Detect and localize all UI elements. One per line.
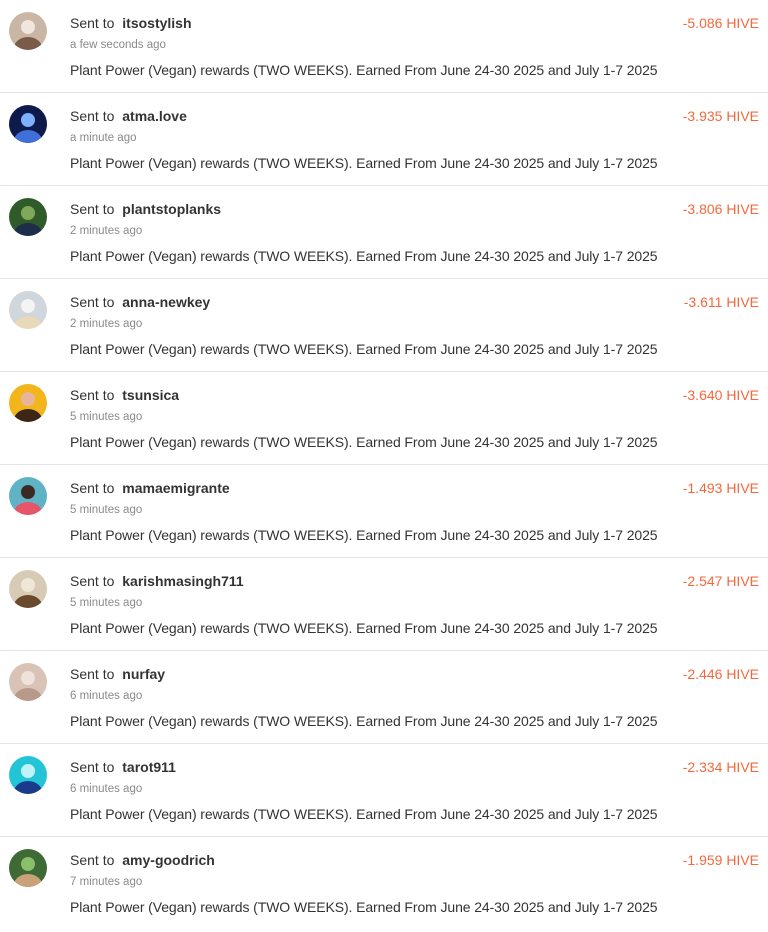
avatar-image: [9, 663, 47, 701]
timestamp: 6 minutes ago: [70, 783, 143, 795]
transfer-prefix: Sent to: [70, 759, 115, 775]
avatar-image: [9, 570, 47, 608]
transfer-title: Sent to karishmasingh711: [70, 572, 244, 590]
recipient-link[interactable]: plantstoplanks: [122, 201, 221, 217]
avatar-image: [9, 198, 47, 236]
recipient-link[interactable]: karishmasingh711: [122, 573, 243, 589]
avatar[interactable]: [9, 570, 47, 608]
transfer-prefix: Sent to: [70, 108, 115, 124]
transaction-row: Sent to plantstoplanks 2 minutes ago Pla…: [0, 186, 768, 279]
avatar[interactable]: [9, 756, 47, 794]
transfer-title: Sent to tsunsica: [70, 386, 179, 404]
transaction-row: Sent to mamaemigrante 5 minutes ago Plan…: [0, 465, 768, 558]
avatar[interactable]: [9, 198, 47, 236]
transfer-amount: -3.935 HIVE: [682, 108, 759, 124]
transfer-amount: -1.493 HIVE: [682, 480, 759, 496]
transfer-title: Sent to itsostylish: [70, 14, 192, 32]
timestamp: 2 minutes ago: [70, 225, 143, 237]
recipient-link[interactable]: amy-goodrich: [122, 852, 215, 868]
transfer-prefix: Sent to: [70, 480, 115, 496]
transaction-list: Sent to itsostylish a few seconds ago Pl…: [0, 0, 768, 932]
transfer-prefix: Sent to: [70, 294, 115, 310]
timestamp: 5 minutes ago: [70, 504, 143, 516]
avatar-image: [9, 477, 47, 515]
recipient-link[interactable]: mamaemigrante: [122, 480, 229, 496]
avatar[interactable]: [9, 384, 47, 422]
transfer-memo: Plant Power (Vegan) rewards (TWO WEEKS).…: [70, 248, 658, 264]
transaction-row: Sent to itsostylish a few seconds ago Pl…: [0, 0, 768, 93]
transfer-memo: Plant Power (Vegan) rewards (TWO WEEKS).…: [70, 527, 658, 543]
transfer-memo: Plant Power (Vegan) rewards (TWO WEEKS).…: [70, 62, 658, 78]
avatar-image: [9, 756, 47, 794]
transaction-row: Sent to anna-newkey 2 minutes ago Plant …: [0, 279, 768, 372]
timestamp: a few seconds ago: [70, 39, 166, 51]
transfer-prefix: Sent to: [70, 387, 115, 403]
transfer-title: Sent to nurfay: [70, 665, 165, 683]
avatar[interactable]: [9, 12, 47, 50]
avatar-image: [9, 12, 47, 50]
transfer-amount: -2.446 HIVE: [682, 666, 759, 682]
transaction-row: Sent to tsunsica 5 minutes ago Plant Pow…: [0, 372, 768, 465]
timestamp: 6 minutes ago: [70, 690, 143, 702]
recipient-link[interactable]: tsunsica: [122, 387, 179, 403]
avatar-image: [9, 105, 47, 143]
transfer-prefix: Sent to: [70, 15, 115, 31]
transfer-amount: -2.334 HIVE: [682, 759, 759, 775]
recipient-link[interactable]: nurfay: [122, 666, 165, 682]
timestamp: 7 minutes ago: [70, 876, 143, 888]
transfer-memo: Plant Power (Vegan) rewards (TWO WEEKS).…: [70, 713, 658, 729]
avatar-image: [9, 849, 47, 887]
transfer-title: Sent to plantstoplanks: [70, 200, 221, 218]
avatar[interactable]: [9, 849, 47, 887]
avatar-image: [9, 384, 47, 422]
transfer-prefix: Sent to: [70, 852, 115, 868]
transfer-prefix: Sent to: [70, 573, 115, 589]
transfer-amount: -1.959 HIVE: [682, 852, 759, 868]
recipient-link[interactable]: tarot911: [122, 759, 176, 775]
transfer-prefix: Sent to: [70, 201, 115, 217]
transfer-memo: Plant Power (Vegan) rewards (TWO WEEKS).…: [70, 155, 658, 171]
transaction-row: Sent to atma.love a minute ago Plant Pow…: [0, 93, 768, 186]
transfer-memo: Plant Power (Vegan) rewards (TWO WEEKS).…: [70, 806, 658, 822]
transfer-amount: -3.611 HIVE: [683, 294, 759, 310]
timestamp: 5 minutes ago: [70, 597, 143, 609]
transfer-prefix: Sent to: [70, 666, 115, 682]
transfer-memo: Plant Power (Vegan) rewards (TWO WEEKS).…: [70, 620, 658, 636]
transaction-row: Sent to tarot911 6 minutes ago Plant Pow…: [0, 744, 768, 837]
timestamp: 5 minutes ago: [70, 411, 143, 423]
timestamp: a minute ago: [70, 132, 137, 144]
transfer-amount: -2.547 HIVE: [682, 573, 759, 589]
transaction-row: Sent to karishmasingh711 5 minutes ago P…: [0, 558, 768, 651]
transfer-amount: -3.640 HIVE: [682, 387, 759, 403]
avatar[interactable]: [9, 291, 47, 329]
transaction-row: Sent to amy-goodrich 7 minutes ago Plant…: [0, 837, 768, 930]
recipient-link[interactable]: itsostylish: [122, 15, 191, 31]
recipient-link[interactable]: atma.love: [122, 108, 187, 124]
transfer-memo: Plant Power (Vegan) rewards (TWO WEEKS).…: [70, 341, 658, 357]
transfer-title: Sent to mamaemigrante: [70, 479, 230, 497]
avatar[interactable]: [9, 477, 47, 515]
transfer-amount: -5.086 HIVE: [682, 15, 759, 31]
avatar[interactable]: [9, 105, 47, 143]
transfer-amount: -3.806 HIVE: [682, 201, 759, 217]
avatar-image: [9, 291, 47, 329]
transfer-title: Sent to amy-goodrich: [70, 851, 215, 869]
transaction-row: Sent to nurfay 6 minutes ago Plant Power…: [0, 651, 768, 744]
transfer-memo: Plant Power (Vegan) rewards (TWO WEEKS).…: [70, 434, 658, 450]
recipient-link[interactable]: anna-newkey: [122, 294, 210, 310]
timestamp: 2 minutes ago: [70, 318, 143, 330]
transfer-title: Sent to tarot911: [70, 758, 176, 776]
transfer-title: Sent to anna-newkey: [70, 293, 210, 311]
transfer-title: Sent to atma.love: [70, 107, 187, 125]
avatar[interactable]: [9, 663, 47, 701]
transfer-memo: Plant Power (Vegan) rewards (TWO WEEKS).…: [70, 899, 658, 915]
